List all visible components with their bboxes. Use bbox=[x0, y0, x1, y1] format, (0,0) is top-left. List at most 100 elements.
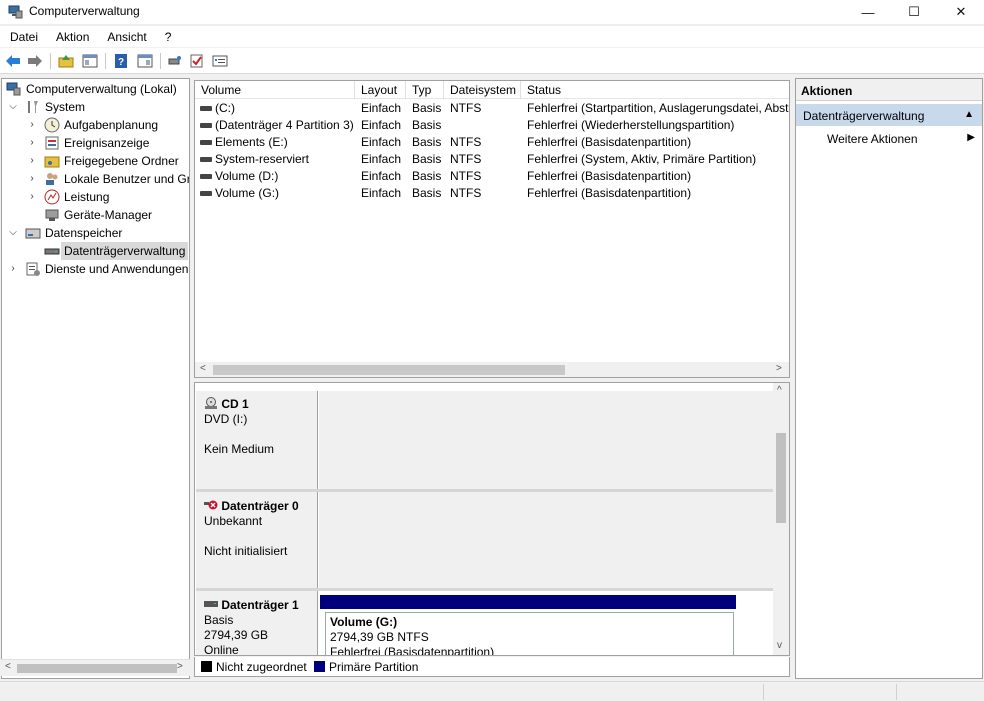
chevron-right-icon[interactable]: › bbox=[27, 116, 37, 134]
partition-size: 2794,39 GB NTFS bbox=[330, 630, 429, 644]
tree-item-datenspeicher[interactable]: ⌵ Datenspeicher bbox=[2, 224, 189, 242]
minimize-icon: — bbox=[861, 4, 875, 20]
disk-icon bbox=[204, 601, 218, 607]
maximize-button[interactable]: ☐ bbox=[891, 0, 937, 24]
cell-fs: NTFS bbox=[450, 101, 482, 115]
menu-help[interactable]: ? bbox=[156, 26, 181, 47]
help-button[interactable]: ? bbox=[112, 52, 130, 70]
tree-item-geraete-manager[interactable]: Geräte-Manager bbox=[2, 206, 189, 224]
partition-volume-g[interactable]: Volume (G:) 2794,39 GB NTFS Fehlerfrei (… bbox=[320, 595, 736, 655]
disk-status: Online bbox=[204, 643, 239, 656]
connect-button[interactable] bbox=[166, 52, 184, 70]
menu-bar: Datei Aktion Ansicht ? bbox=[0, 26, 984, 47]
disk-area-disk0[interactable] bbox=[319, 492, 773, 588]
partition-title: Volume (G:) bbox=[330, 615, 398, 629]
cell-typ: Basis bbox=[412, 186, 442, 200]
clock-icon bbox=[44, 117, 60, 133]
close-button[interactable]: ✕ bbox=[938, 0, 984, 24]
tree-item-datentraegerverwaltung[interactable]: Datenträgerverwaltung bbox=[2, 242, 189, 260]
show-hide-action-pane-button[interactable] bbox=[136, 52, 154, 70]
column-header-dateisystem[interactable]: Dateisystem bbox=[444, 81, 521, 99]
scroll-up-icon[interactable]: ^ bbox=[777, 385, 782, 396]
table-row[interactable]: Volume (D:) Einfach Basis NTFS Fehlerfre… bbox=[195, 168, 789, 185]
scroll-right-icon[interactable]: > bbox=[177, 661, 183, 672]
menu-ansicht[interactable]: Ansicht bbox=[98, 26, 155, 47]
menu-datei[interactable]: Datei bbox=[0, 26, 47, 47]
scroll-left-icon[interactable]: < bbox=[200, 363, 206, 374]
table-row[interactable]: (Datenträger 4 Partition 3) Einfach Basi… bbox=[195, 117, 789, 134]
forward-button[interactable] bbox=[26, 52, 44, 70]
menu-aktion[interactable]: Aktion bbox=[47, 26, 98, 47]
collapse-up-icon[interactable]: ▲ bbox=[964, 109, 974, 120]
column-header-status[interactable]: Status bbox=[521, 81, 789, 99]
minimize-button[interactable]: — bbox=[845, 0, 891, 24]
actions-header: Aktionen bbox=[796, 79, 982, 101]
action-weitere-aktionen[interactable]: Weitere Aktionen bbox=[827, 132, 918, 146]
table-row[interactable]: System-reserviert Einfach Basis NTFS Feh… bbox=[195, 151, 789, 168]
tree-item-system[interactable]: ⌵ System bbox=[2, 98, 189, 116]
volume-list-horizontal-scrollbar[interactable]: < > bbox=[195, 362, 789, 377]
disk-info-cd1[interactable]: CD 1 DVD (I:) Kein Medium bbox=[196, 391, 318, 489]
back-button[interactable] bbox=[4, 52, 22, 70]
properties-button[interactable] bbox=[211, 52, 229, 70]
partition-details[interactable]: Volume (G:) 2794,39 GB NTFS Fehlerfrei (… bbox=[325, 612, 734, 655]
disk-row-disk0[interactable]: Datenträger 0 Unbekannt Nicht initialisi… bbox=[196, 492, 773, 588]
column-header-typ[interactable]: Typ bbox=[406, 81, 444, 99]
chevron-right-icon[interactable]: › bbox=[27, 188, 37, 206]
primary-partition-bar bbox=[320, 595, 736, 609]
cell-volume: (C:) bbox=[215, 101, 235, 115]
tree-item-aufgabenplanung[interactable]: › Aufgabenplanung bbox=[2, 116, 189, 134]
computer-management-icon bbox=[6, 82, 21, 96]
cell-layout: Einfach bbox=[361, 118, 402, 132]
show-hide-tree-icon bbox=[82, 54, 98, 68]
column-header-layout[interactable]: Layout bbox=[355, 81, 406, 99]
tree-horizontal-scrollbar[interactable]: < > bbox=[1, 659, 190, 676]
disk-view-vertical-scrollbar[interactable]: ^ v bbox=[773, 383, 789, 655]
chevron-down-icon[interactable]: ⌵ bbox=[8, 224, 18, 242]
scroll-thumb[interactable] bbox=[213, 365, 565, 375]
check-button[interactable] bbox=[188, 52, 206, 70]
scroll-down-icon[interactable]: v bbox=[777, 640, 782, 651]
disk-info-disk1[interactable]: Datenträger 1 Basis 2794,39 GB Online bbox=[196, 591, 318, 656]
scroll-thumb[interactable] bbox=[17, 664, 177, 673]
chevron-down-icon[interactable]: ⌵ bbox=[8, 98, 18, 116]
column-header-volume[interactable]: Volume bbox=[195, 81, 355, 99]
scroll-left-icon[interactable]: < bbox=[5, 661, 11, 672]
tree-label-leistung: Leistung bbox=[64, 190, 110, 204]
table-row[interactable]: Elements (E:) Einfach Basis NTFS Fehlerf… bbox=[195, 134, 789, 151]
table-row[interactable]: (C:) Einfach Basis NTFS Fehlerfrei (Star… bbox=[195, 100, 789, 117]
chevron-right-icon[interactable]: › bbox=[27, 170, 37, 188]
cell-fs: NTFS bbox=[450, 186, 482, 200]
tree-item-ereignisanzeige[interactable]: › Ereignisanzeige bbox=[2, 134, 189, 152]
check-icon bbox=[190, 54, 203, 68]
disk-name: CD 1 bbox=[221, 397, 249, 411]
scroll-right-icon[interactable]: > bbox=[776, 363, 782, 374]
submenu-arrow-icon[interactable]: ▶ bbox=[967, 132, 975, 143]
chevron-right-icon[interactable]: › bbox=[8, 260, 18, 278]
show-hide-tree-button[interactable] bbox=[81, 52, 99, 70]
cell-status: Fehlerfrei (Basisdatenpartition) bbox=[527, 186, 692, 200]
table-row[interactable]: Volume (G:) Einfach Basis NTFS Fehlerfre… bbox=[195, 185, 789, 202]
cell-volume: Elements (E:) bbox=[215, 135, 288, 149]
chevron-right-icon[interactable]: › bbox=[27, 152, 37, 170]
tree-item-leistung[interactable]: › Leistung bbox=[2, 188, 189, 206]
disk-graphical-view: CD 1 DVD (I:) Kein Medium Datenträger 0 … bbox=[194, 382, 790, 656]
disk-row-cd1[interactable]: CD 1 DVD (I:) Kein Medium bbox=[196, 391, 773, 489]
tree-label-system: System bbox=[45, 100, 86, 114]
scroll-thumb[interactable] bbox=[776, 433, 786, 523]
chevron-right-icon[interactable]: › bbox=[27, 134, 37, 152]
actions-section-datentraegerverwaltung[interactable]: Datenträgerverwaltung ▲ bbox=[796, 104, 982, 126]
disk-info-disk0[interactable]: Datenträger 0 Unbekannt Nicht initialisi… bbox=[196, 492, 318, 588]
up-button[interactable] bbox=[57, 52, 75, 70]
maximize-icon: ☐ bbox=[908, 4, 920, 19]
tree-item-root[interactable]: Computerverwaltung (Lokal) bbox=[2, 80, 189, 98]
tree-label-freigegebene-ordner: Freigegebene Ordner bbox=[64, 154, 179, 168]
tree-item-dienste[interactable]: › Dienste und Anwendungen bbox=[2, 260, 189, 278]
tree-item-lokale-benutzer[interactable]: › Lokale Benutzer und Gruppen bbox=[2, 170, 189, 188]
tree-item-freigegebene-ordner[interactable]: › Freigegebene Ordner bbox=[2, 152, 189, 170]
disk-status: Kein Medium bbox=[204, 442, 275, 456]
tree-label-ereignisanzeige: Ereignisanzeige bbox=[64, 136, 150, 150]
drive-icon bbox=[200, 174, 212, 179]
disk-area-cd1[interactable] bbox=[319, 391, 773, 489]
storage-icon bbox=[25, 228, 41, 239]
